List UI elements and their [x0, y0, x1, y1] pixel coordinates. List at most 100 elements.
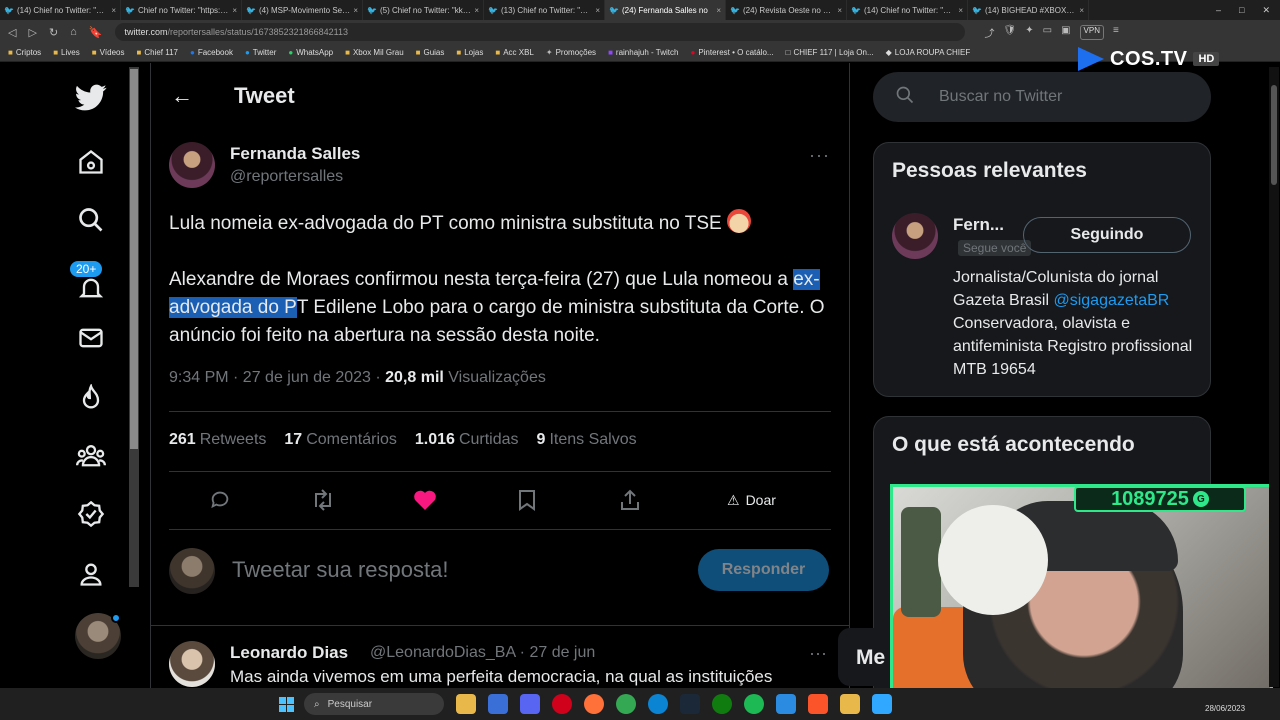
reply-submit-button[interactable]: Responder: [698, 549, 829, 591]
scroll-thumb[interactable]: [1271, 85, 1277, 185]
following-button[interactable]: Seguindo: [1023, 217, 1191, 253]
bookmark-item[interactable]: ■ rainhajuh - Twitch: [608, 48, 678, 57]
stat-comments[interactable]: 17 Comentários: [284, 431, 397, 449]
bookmark-item[interactable]: ■ Guias: [416, 48, 445, 57]
stat-bookmarks[interactable]: 9 Itens Salvos: [537, 431, 637, 449]
bookmark-item[interactable]: ■ Chief 117: [136, 48, 178, 57]
home-nav-icon[interactable]: [74, 145, 108, 179]
taskbar-search[interactable]: ⌕ Pesquisar: [304, 693, 444, 715]
bio-link[interactable]: @sigagazetaBR: [1053, 292, 1169, 309]
app-icon[interactable]: [488, 694, 508, 714]
retweet-icon[interactable]: [311, 489, 335, 517]
author-avatar[interactable]: [169, 142, 215, 188]
reply-author-name[interactable]: Leonardo Dias: [230, 643, 348, 663]
browser-tab[interactable]: 🐦 (5) Chief no Twitter: "kkkkk ×: [363, 0, 484, 20]
puzzle-icon[interactable]: ✦: [1025, 25, 1033, 40]
twitter-logo-icon[interactable]: [74, 81, 108, 115]
steam-icon[interactable]: [680, 694, 700, 714]
close-icon[interactable]: ×: [958, 6, 963, 15]
minimize-icon[interactable]: –: [1216, 5, 1221, 16]
bookmark-item[interactable]: ● Pinterest • O catálo...: [690, 48, 773, 57]
sidebar-icon[interactable]: ▭: [1043, 25, 1052, 40]
stat-likes[interactable]: 1.016 Curtidas: [415, 431, 519, 449]
bookmark-item[interactable]: ● WhatsApp: [288, 48, 333, 57]
firefox-icon[interactable]: [584, 694, 604, 714]
bookmark-item[interactable]: ■ Lives: [53, 48, 80, 57]
person-avatar[interactable]: [892, 213, 938, 259]
bookmark-item[interactable]: □ CHIEF 117 | Loja On...: [786, 48, 874, 57]
share-icon[interactable]: ⤴: [985, 25, 995, 40]
windows-start-icon[interactable]: [279, 697, 294, 712]
browser-tab[interactable]: 🐦(14) BIGHEAD #XBOX no Tw×: [968, 0, 1089, 20]
more-options-icon[interactable]: ···: [809, 643, 827, 664]
fire-icon[interactable]: [74, 381, 108, 415]
close-icon[interactable]: ×: [595, 6, 600, 15]
url-input[interactable]: twitter.com/reportersalles/status/167385…: [114, 23, 965, 41]
reply-author-handle[interactable]: @LeonardoDias_BA · 27 de jun: [370, 644, 595, 662]
reload-icon[interactable]: ↻: [49, 26, 58, 39]
communities-icon[interactable]: [74, 439, 108, 473]
close-icon[interactable]: ×: [111, 6, 116, 15]
author-name[interactable]: Fernanda Salles: [230, 144, 360, 164]
browser-tab[interactable]: 🐦 (4) MSP-Movimento Sem P ×: [242, 0, 363, 20]
reply-input[interactable]: Tweetar sua resposta!: [232, 557, 448, 583]
close-icon[interactable]: ×: [232, 6, 237, 15]
browser-tab[interactable]: 🐦 (14) Chief no Twitter: "O ca ×: [0, 0, 121, 20]
close-icon[interactable]: ×: [1079, 6, 1084, 15]
share-icon[interactable]: [619, 489, 641, 517]
close-icon[interactable]: ×: [474, 6, 479, 15]
bookmark-item[interactable]: ◆ LOJA ROUPA CHIEF: [886, 48, 971, 57]
close-icon[interactable]: ×: [837, 6, 842, 15]
scroll-thumb[interactable]: [130, 69, 138, 449]
xbox-icon[interactable]: [712, 694, 732, 714]
bookmark-item[interactable]: ● Facebook: [190, 48, 233, 57]
discord-icon[interactable]: [520, 694, 540, 714]
photoshop-icon[interactable]: [872, 694, 892, 714]
brave-icon[interactable]: [808, 694, 828, 714]
spotify-icon[interactable]: [744, 694, 764, 714]
search-input[interactable]: Buscar no Twitter: [873, 72, 1211, 122]
back-arrow-icon[interactable]: ←: [171, 83, 193, 109]
left-scrollbar[interactable]: [129, 67, 139, 587]
browser-tab[interactable]: 🐦 (13) Chief no Twitter: "KKK ×: [484, 0, 605, 20]
edge-icon[interactable]: [648, 694, 668, 714]
forward-icon[interactable]: ▷: [28, 26, 36, 39]
bookmark-icon[interactable]: [517, 489, 537, 517]
messages-drawer-tab[interactable]: Me: [838, 628, 898, 686]
opera-icon[interactable]: [552, 694, 572, 714]
bookmark-item[interactable]: ■ Acc XBL: [495, 48, 534, 57]
bookmark-item[interactable]: ■ Criptos: [8, 48, 41, 57]
bookmark-item[interactable]: ■ Lojas: [456, 48, 483, 57]
bookmark-icon[interactable]: 🔖: [89, 26, 103, 39]
bookmark-item[interactable]: ✦ Promoções: [546, 48, 596, 57]
wallet-icon[interactable]: ▣: [1061, 25, 1070, 40]
like-heart-icon[interactable]: [413, 489, 437, 517]
home-icon[interactable]: ⌂: [70, 26, 77, 38]
verified-icon[interactable]: [74, 497, 108, 531]
person-name[interactable]: Fern...: [953, 215, 1004, 235]
browser-tab[interactable]: 🐦 (24) Revista Oeste no Twitt ×: [726, 0, 847, 20]
messages-envelope-icon[interactable]: [74, 321, 108, 355]
page-scrollbar[interactable]: [1269, 67, 1279, 687]
explore-search-icon[interactable]: [74, 203, 108, 237]
app-icon[interactable]: [776, 694, 796, 714]
folder-icon[interactable]: [840, 694, 860, 714]
bookmark-item[interactable]: ■ Vídeos: [92, 48, 125, 57]
shield-icon[interactable]: 🛡: [1004, 25, 1017, 40]
close-window-icon[interactable]: ✕: [1262, 5, 1270, 16]
bookmark-item[interactable]: ● Twitter: [245, 48, 276, 57]
back-icon[interactable]: ◁: [8, 26, 16, 39]
account-avatar[interactable]: [75, 613, 121, 659]
maximize-icon[interactable]: □: [1239, 5, 1244, 16]
more-options-icon[interactable]: ···: [809, 145, 830, 166]
stat-retweets[interactable]: 261 Retweets: [169, 431, 266, 449]
file-explorer-icon[interactable]: [456, 694, 476, 714]
browser-tab[interactable]: 🐦 (14) Chief no Twitter: "Fina ×: [847, 0, 968, 20]
menu-icon[interactable]: ≡: [1113, 25, 1119, 40]
reply-icon[interactable]: [209, 489, 231, 517]
close-icon[interactable]: ×: [353, 6, 358, 15]
vpn-button[interactable]: VPN: [1079, 24, 1104, 40]
tweet-timestamp[interactable]: 9:34 PM · 27 de jun de 2023 ·: [169, 369, 385, 386]
browser-tab-active[interactable]: 🐦 (24) Fernanda Salles no ×: [605, 0, 726, 20]
bookmark-item[interactable]: ■ Xbox Mil Grau: [345, 48, 404, 57]
